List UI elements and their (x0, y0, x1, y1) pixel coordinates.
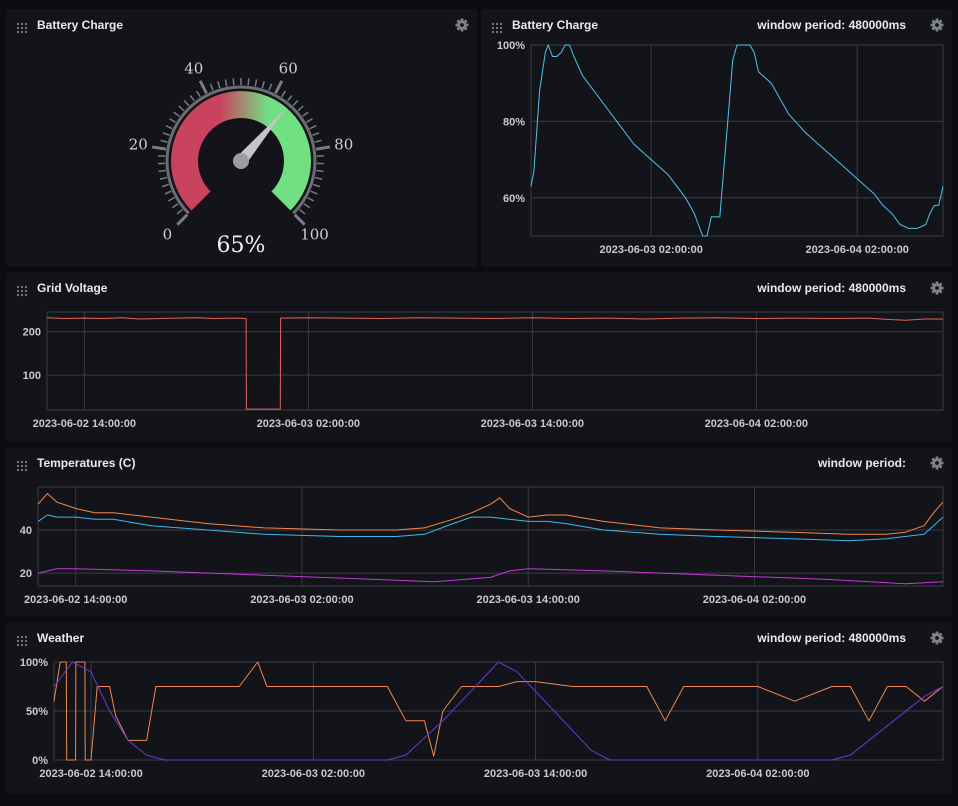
x-tick-label: 2023-06-03 02:00:00 (257, 418, 360, 430)
y-tick-label: 20 (20, 568, 32, 580)
gauge-tick (173, 111, 180, 117)
gauge-tick-label: 100 (300, 226, 329, 244)
gauge-tick (274, 80, 284, 94)
gauge-tick (315, 145, 331, 151)
panel-weather: Weather window period: 480000ms 0% 50% 100… (6, 622, 952, 794)
temperatures-chart: 20 40 2023-06-02 14:00:00 2023-06-03 02:00:… (20, 486, 944, 606)
gauge-tick (224, 79, 228, 87)
gauge-tick (268, 83, 273, 91)
gauge-tick-label: 40 (184, 59, 203, 77)
gauge-tick (198, 80, 208, 94)
gauge-tick (313, 183, 321, 188)
gauge-tick (254, 79, 258, 87)
x-tick-label: 2023-06-03 02:00:00 (262, 768, 365, 780)
gauge-tick (315, 176, 323, 180)
gauge-tick (151, 145, 167, 151)
gauge-tick (162, 132, 170, 136)
battery-line-chart: 60% 80% 100% 2023-06-03 02:00:00 2023-06-04 … (497, 40, 944, 256)
gauge-tick (286, 94, 293, 102)
y-tick-label: 50% (26, 706, 48, 718)
gauge-tick (316, 169, 324, 173)
gauge-tick-label: 20 (129, 136, 148, 154)
plot-frame (37, 486, 944, 587)
y-tick-label: 100% (497, 40, 525, 52)
x-tick-label: 2023-06-03 14:00:00 (481, 418, 584, 430)
gauge-tick-label: 0 (163, 226, 173, 244)
x-tick-label: 2023-06-02 14:00:00 (33, 418, 136, 430)
gauge-tick (160, 139, 168, 143)
panel-temperatures: Temperatures (C) window period: 20 40 2023… (6, 447, 952, 617)
series-line (37, 514, 944, 542)
x-tick-label: 2023-06-03 02:00:00 (599, 244, 702, 256)
x-tick-label: 2023-06-04 02:00:00 (705, 418, 808, 430)
x-tick-label: 2023-06-04 02:00:00 (706, 768, 809, 780)
y-tick-label: 60% (503, 193, 525, 205)
gauge-tick (178, 105, 185, 112)
panel-battery-gauge: Battery Charge 0 20 40 60 80 100 65% (6, 9, 477, 267)
series-line (530, 44, 944, 237)
y-tick-label: 100 (23, 370, 41, 382)
gauge-tick (314, 139, 322, 143)
gauge-tick (176, 208, 183, 215)
gauge-tick (303, 203, 311, 209)
gauge-tick (302, 111, 309, 117)
y-tick-label: 200 (23, 327, 41, 339)
gauge-tick (171, 203, 179, 209)
gauge-tick (183, 99, 190, 107)
panel-battery-chart: Battery Charge window period: 480000ms 6… (481, 9, 952, 267)
gauge-tick (247, 78, 250, 86)
gauge-tick (281, 90, 287, 98)
gauge-tick (217, 81, 221, 89)
gauge-tick (159, 176, 167, 180)
x-tick-label: 2023-06-02 14:00:00 (24, 594, 127, 606)
gauge-arc (171, 91, 311, 211)
gauge-tick (161, 183, 169, 188)
gauge-tick (209, 83, 214, 91)
gauge-tick (176, 213, 189, 226)
gauge-value-label: 65% (217, 233, 266, 258)
gauge-tick (189, 94, 196, 102)
x-tick-label: 2023-06-03 02:00:00 (250, 594, 353, 606)
gauge-tick (299, 208, 306, 215)
x-tick-label: 2023-06-04 02:00:00 (805, 244, 908, 256)
gauge-tick (312, 132, 320, 136)
gauge-tick (158, 169, 166, 173)
gauge-hub (233, 153, 249, 169)
gauge-tick (165, 124, 173, 130)
gauge-tick (292, 99, 299, 107)
x-tick-label: 2023-06-03 14:00:00 (477, 594, 580, 606)
y-tick-label: 0% (32, 755, 48, 767)
gauge-tick (310, 190, 318, 195)
grid-voltage-chart: 100 200 2023-06-02 14:00:00 2023-06-03 02:0… (23, 311, 944, 430)
gauge-tick (309, 124, 317, 130)
plot-frame (530, 44, 944, 237)
gauge-tick (307, 196, 315, 202)
series-line (37, 568, 944, 585)
gauge-tick (297, 105, 304, 112)
x-tick-label: 2023-06-02 14:00:00 (39, 768, 142, 780)
gauge-tick (169, 118, 176, 123)
gauge-tick-label: 80 (334, 136, 353, 154)
panel-grid-voltage: Grid Voltage window period: 480000ms 100… (6, 272, 952, 442)
x-tick-label: 2023-06-03 14:00:00 (484, 768, 587, 780)
y-tick-label: 80% (503, 116, 525, 128)
x-tick-label: 2023-06-04 02:00:00 (703, 594, 806, 606)
gauge-tick (167, 196, 175, 202)
gauge-tick-label: 60 (279, 59, 298, 77)
gauge-tick (164, 190, 172, 195)
battery-gauge: 0 20 40 60 80 100 65% (129, 59, 354, 258)
y-tick-label: 40 (20, 525, 32, 537)
gauge-tick (306, 118, 313, 123)
gauge-tick (232, 78, 235, 86)
gauge-tick (293, 213, 306, 226)
gauge-tick (195, 90, 201, 98)
gauge-tick (261, 81, 265, 89)
weather-chart: 0% 50% 100% 2023-06-02 14:00:00 2023-06-03 0… (20, 657, 944, 780)
y-tick-label: 100% (20, 657, 48, 669)
series-line (37, 493, 944, 535)
plot-frame (46, 311, 944, 411)
